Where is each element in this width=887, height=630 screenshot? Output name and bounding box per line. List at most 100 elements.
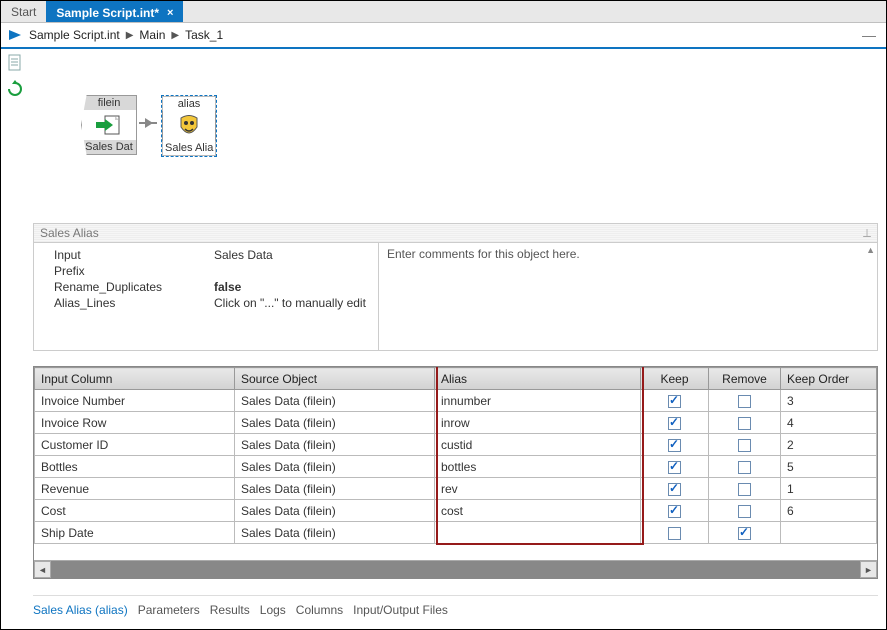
checkbox-remove[interactable] bbox=[738, 395, 751, 408]
checkbox-keep[interactable] bbox=[668, 527, 681, 540]
col-header-alias[interactable]: Alias bbox=[435, 368, 641, 390]
checkbox-keep[interactable] bbox=[668, 461, 681, 474]
cell-alias[interactable] bbox=[435, 522, 641, 544]
refresh-icon[interactable] bbox=[5, 79, 25, 99]
checkbox-keep[interactable] bbox=[668, 505, 681, 518]
cell-order[interactable]: 5 bbox=[781, 456, 877, 478]
workflow-canvas[interactable]: filein Sales Dat alias Sales Alia bbox=[33, 55, 878, 215]
checkbox-remove[interactable] bbox=[738, 417, 751, 430]
prop-value[interactable]: Sales Data bbox=[214, 248, 368, 262]
cell-source[interactable]: Sales Data (filein) bbox=[235, 390, 435, 412]
checkbox-keep[interactable] bbox=[668, 417, 681, 430]
breadcrumb-task[interactable]: Task_1 bbox=[185, 28, 223, 42]
checkbox-remove[interactable] bbox=[738, 483, 751, 496]
horizontal-scrollbar[interactable]: ◄ ► bbox=[34, 560, 877, 578]
cell-order[interactable]: 3 bbox=[781, 390, 877, 412]
bottom-tab-alias[interactable]: Sales Alias (alias) bbox=[33, 603, 128, 617]
cell-order[interactable]: 4 bbox=[781, 412, 877, 434]
table-row[interactable]: CostSales Data (filein)cost 6 bbox=[35, 500, 877, 522]
cell-source[interactable]: Sales Data (filein) bbox=[235, 412, 435, 434]
cell-source[interactable]: Sales Data (filein) bbox=[235, 500, 435, 522]
cell-remove[interactable] bbox=[709, 522, 781, 544]
cell-alias[interactable]: inrow bbox=[435, 412, 641, 434]
tab-sample-script[interactable]: Sample Script.int* × bbox=[46, 1, 183, 22]
checkbox-remove[interactable] bbox=[738, 461, 751, 474]
checkbox-keep[interactable] bbox=[668, 439, 681, 452]
col-header-keep[interactable]: Keep bbox=[641, 368, 709, 390]
cell-source[interactable]: Sales Data (filein) bbox=[235, 522, 435, 544]
scroll-up-icon[interactable]: ▲ bbox=[866, 245, 875, 255]
minimize-button[interactable]: — bbox=[858, 27, 880, 43]
scroll-right-icon[interactable]: ► bbox=[860, 561, 877, 578]
cell-input[interactable]: Invoice Row bbox=[35, 412, 235, 434]
cell-order[interactable]: 6 bbox=[781, 500, 877, 522]
cell-remove[interactable] bbox=[709, 500, 781, 522]
cell-input[interactable]: Customer ID bbox=[35, 434, 235, 456]
cell-alias[interactable]: cost bbox=[435, 500, 641, 522]
prop-value[interactable]: false bbox=[214, 280, 368, 294]
cell-order[interactable]: 1 bbox=[781, 478, 877, 500]
breadcrumb-file[interactable]: Sample Script.int bbox=[29, 28, 120, 42]
cell-remove[interactable] bbox=[709, 390, 781, 412]
pin-icon[interactable]: ⟂ bbox=[863, 226, 871, 241]
cell-keep[interactable] bbox=[641, 412, 709, 434]
checkbox-remove[interactable] bbox=[738, 527, 751, 540]
cell-order[interactable] bbox=[781, 522, 877, 544]
table-row[interactable]: RevenueSales Data (filein)rev 1 bbox=[35, 478, 877, 500]
bottom-tab-columns[interactable]: Columns bbox=[296, 603, 343, 617]
col-header-input[interactable]: Input Column bbox=[35, 368, 235, 390]
cell-input[interactable]: Bottles bbox=[35, 456, 235, 478]
checkbox-keep[interactable] bbox=[668, 483, 681, 496]
cell-source[interactable]: Sales Data (filein) bbox=[235, 456, 435, 478]
cell-alias[interactable]: custid bbox=[435, 434, 641, 456]
cell-keep[interactable] bbox=[641, 390, 709, 412]
bottom-tab-parameters[interactable]: Parameters bbox=[138, 603, 200, 617]
cell-input[interactable]: Ship Date bbox=[35, 522, 235, 544]
col-header-remove[interactable]: Remove bbox=[709, 368, 781, 390]
close-icon[interactable]: × bbox=[167, 7, 173, 19]
cell-keep[interactable] bbox=[641, 500, 709, 522]
run-icon[interactable] bbox=[7, 27, 23, 43]
cell-source[interactable]: Sales Data (filein) bbox=[235, 478, 435, 500]
bottom-tab-io-files[interactable]: Input/Output Files bbox=[353, 603, 448, 617]
checkbox-keep[interactable] bbox=[668, 395, 681, 408]
bottom-tab-results[interactable]: Results bbox=[210, 603, 250, 617]
checkbox-remove[interactable] bbox=[738, 505, 751, 518]
cell-alias[interactable]: rev bbox=[435, 478, 641, 500]
bottom-tab-logs[interactable]: Logs bbox=[260, 603, 286, 617]
scrollbar-track[interactable] bbox=[51, 561, 860, 578]
cell-remove[interactable] bbox=[709, 456, 781, 478]
cell-input[interactable]: Invoice Number bbox=[35, 390, 235, 412]
table-row[interactable]: Invoice NumberSales Data (filein)innumbe… bbox=[35, 390, 877, 412]
cell-alias[interactable]: bottles bbox=[435, 456, 641, 478]
cell-source[interactable]: Sales Data (filein) bbox=[235, 434, 435, 456]
cell-remove[interactable] bbox=[709, 412, 781, 434]
cell-keep[interactable] bbox=[641, 522, 709, 544]
tab-start[interactable]: Start bbox=[1, 1, 46, 22]
cell-remove[interactable] bbox=[709, 434, 781, 456]
checkbox-remove[interactable] bbox=[738, 439, 751, 452]
comments-box[interactable]: Enter comments for this object here. ▲ bbox=[379, 243, 877, 350]
table-row[interactable]: Invoice RowSales Data (filein)inrow 4 bbox=[35, 412, 877, 434]
cell-order[interactable]: 2 bbox=[781, 434, 877, 456]
cell-remove[interactable] bbox=[709, 478, 781, 500]
cell-input[interactable]: Revenue bbox=[35, 478, 235, 500]
table-row[interactable]: Customer IDSales Data (filein)custid 2 bbox=[35, 434, 877, 456]
table-row[interactable]: BottlesSales Data (filein)bottles 5 bbox=[35, 456, 877, 478]
cell-keep[interactable] bbox=[641, 434, 709, 456]
cell-keep[interactable] bbox=[641, 456, 709, 478]
cell-keep[interactable] bbox=[641, 478, 709, 500]
cell-input[interactable]: Cost bbox=[35, 500, 235, 522]
node-alias[interactable]: alias Sales Alia bbox=[161, 95, 217, 157]
document-icon[interactable] bbox=[5, 53, 25, 73]
mask-icon bbox=[162, 111, 216, 141]
table-row[interactable]: Ship DateSales Data (filein) bbox=[35, 522, 877, 544]
col-header-order[interactable]: Keep Order bbox=[781, 368, 877, 390]
breadcrumb-main[interactable]: Main bbox=[139, 28, 165, 42]
prop-value[interactable] bbox=[214, 264, 368, 278]
col-header-source[interactable]: Source Object bbox=[235, 368, 435, 390]
node-filein[interactable]: filein Sales Dat bbox=[81, 95, 137, 155]
scroll-left-icon[interactable]: ◄ bbox=[34, 561, 51, 578]
prop-value[interactable]: Click on "..." to manually edit the al bbox=[214, 296, 368, 310]
cell-alias[interactable]: innumber bbox=[435, 390, 641, 412]
